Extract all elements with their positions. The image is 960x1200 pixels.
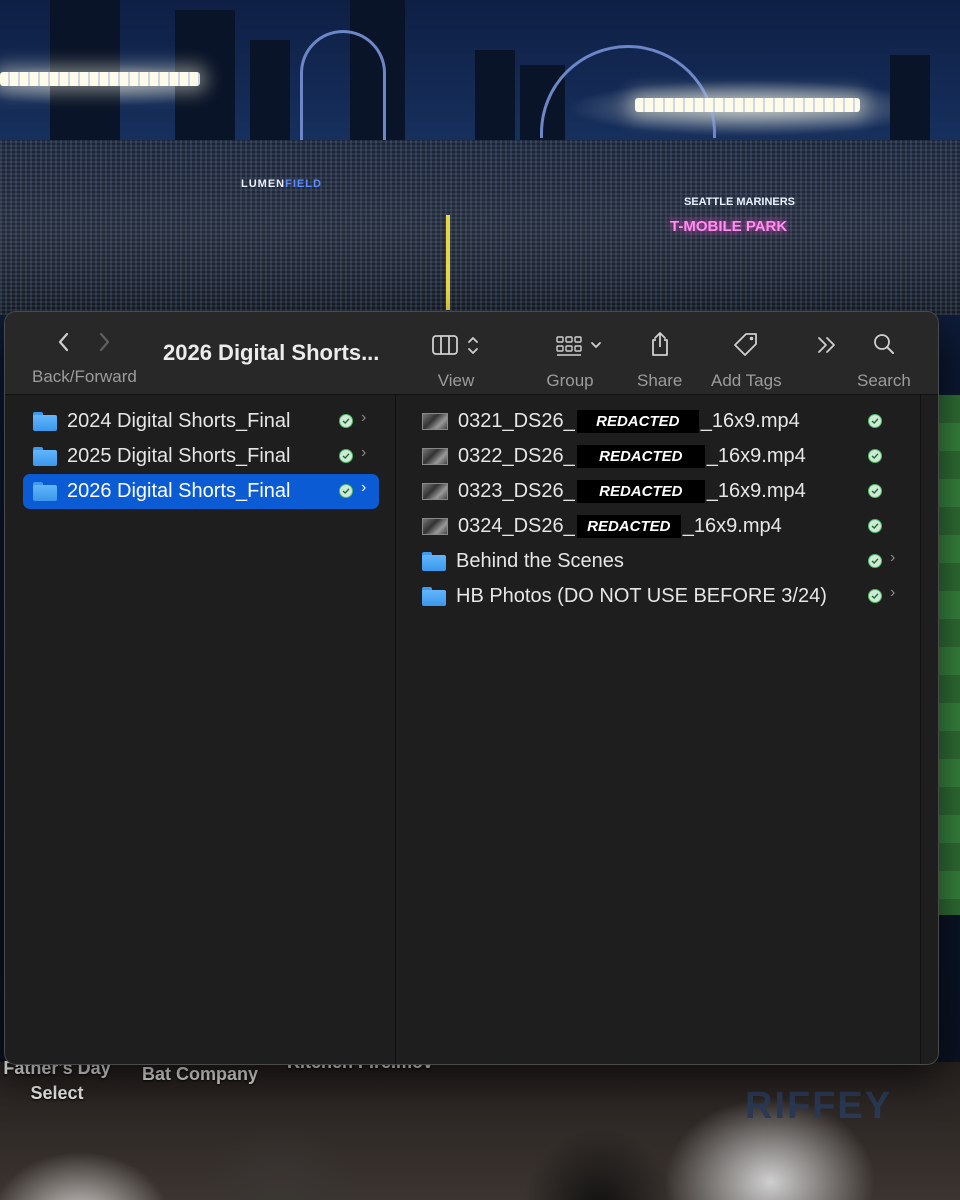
chevron-right-icon: › bbox=[361, 479, 367, 496]
icloud-synced-icon bbox=[339, 414, 353, 428]
folder-name: 2025 Digital Shorts_Final bbox=[67, 445, 291, 467]
chevron-right-icon: › bbox=[361, 409, 367, 426]
icloud-synced-icon bbox=[868, 554, 882, 568]
column-view-icon bbox=[431, 334, 481, 363]
share-button[interactable]: Share bbox=[637, 330, 682, 391]
column-scroll-area[interactable] bbox=[920, 395, 938, 1064]
desktop-item-bat-company[interactable]: Bat Company bbox=[130, 1064, 270, 1085]
folder-row-hb-photos[interactable]: HB Photos (DO NOT USE BEFORE 3/24) bbox=[422, 579, 827, 614]
file-row[interactable]: 0322_DS26_ REDACTED _16x9.mp4 bbox=[422, 439, 806, 474]
video-thumbnail-icon bbox=[422, 518, 448, 535]
icloud-synced-icon bbox=[339, 449, 353, 463]
share-icon bbox=[648, 330, 672, 363]
back-forward-control: Back/Forward bbox=[32, 330, 137, 387]
tag-icon bbox=[732, 332, 760, 363]
folder-name: 2024 Digital Shorts_Final bbox=[67, 410, 291, 432]
file-name-prefix: 0323_DS26_ bbox=[458, 480, 575, 502]
jersey-lettering: RIFFEY bbox=[745, 1085, 893, 1127]
icloud-synced-icon bbox=[868, 519, 882, 533]
file-name-prefix: 0322_DS26_ bbox=[458, 445, 575, 467]
folder-icon bbox=[33, 482, 57, 501]
folder-row-2024[interactable]: 2024 Digital Shorts_Final bbox=[23, 404, 379, 439]
folder-icon bbox=[422, 587, 446, 606]
search-icon bbox=[872, 332, 896, 361]
folder-name: HB Photos (DO NOT USE BEFORE 3/24) bbox=[456, 585, 827, 607]
search-button[interactable]: Search bbox=[857, 332, 911, 391]
folder-row-2026[interactable]: 2026 Digital Shorts_Final bbox=[23, 474, 379, 509]
folder-icon bbox=[422, 552, 446, 571]
file-name-suffix: _16x9.mp4 bbox=[682, 515, 782, 537]
icloud-synced-icon bbox=[868, 484, 882, 498]
toolbar: Back/Forward 2026 Digital Shorts... View bbox=[5, 312, 938, 395]
stadium-lights-left bbox=[0, 72, 200, 86]
finder-window: Back/Forward 2026 Digital Shorts... View bbox=[4, 311, 939, 1065]
folder-name: 2026 Digital Shorts_Final bbox=[67, 480, 291, 502]
file-name-suffix: _16x9.mp4 bbox=[706, 445, 806, 467]
parent-folder-column: 2024 Digital Shorts_Final › 2025 Digital… bbox=[5, 395, 396, 1064]
redaction-bar: REDACTED bbox=[576, 410, 699, 433]
search-label: Search bbox=[857, 371, 911, 390]
mariners-sign: SEATTLE MARINERS bbox=[684, 196, 796, 208]
folder-row-behind-the-scenes[interactable]: Behind the Scenes bbox=[422, 544, 624, 579]
view-button[interactable]: View bbox=[431, 334, 481, 391]
folder-icon bbox=[33, 412, 57, 431]
file-row[interactable]: 0324_DS26_ REDACTED _16x9.mp4 bbox=[422, 509, 782, 544]
icloud-synced-icon bbox=[868, 449, 882, 463]
folder-row-2025[interactable]: 2025 Digital Shorts_Final bbox=[23, 439, 379, 474]
folder-contents-column: 0321_DS26_ REDACTED _16x9.mp4 0322_DS26_… bbox=[396, 395, 920, 1064]
share-label: Share bbox=[637, 371, 683, 390]
foul-pole bbox=[446, 215, 450, 310]
icloud-synced-icon bbox=[339, 484, 353, 498]
file-name-prefix: 0324_DS26_ bbox=[458, 515, 575, 537]
chevron-right-icon: › bbox=[361, 444, 367, 461]
field-grass bbox=[938, 395, 960, 915]
add-tags-label: Add Tags bbox=[711, 371, 782, 390]
double-chevron-right-icon bbox=[815, 334, 839, 361]
video-thumbnail-icon bbox=[422, 448, 448, 465]
chevron-right-icon: › bbox=[890, 584, 896, 601]
group-grid-icon bbox=[554, 334, 606, 363]
crowd bbox=[0, 140, 960, 315]
file-name-suffix: _16x9.mp4 bbox=[700, 410, 800, 432]
back-chevron-icon[interactable] bbox=[56, 331, 72, 358]
video-thumbnail-icon bbox=[422, 483, 448, 500]
icloud-synced-icon bbox=[868, 589, 882, 603]
redaction-bar: REDACTED bbox=[576, 445, 705, 468]
file-name-suffix: _16x9.mp4 bbox=[706, 480, 806, 502]
view-label: View bbox=[437, 371, 475, 390]
chevron-right-icon: › bbox=[890, 549, 896, 566]
lumen-field-sign: LUMENFIELD bbox=[241, 178, 322, 190]
redaction-bar: REDACTED bbox=[576, 480, 705, 503]
back-forward-label: Back/Forward bbox=[32, 367, 137, 386]
group-label: Group bbox=[546, 371, 594, 390]
file-row[interactable]: 0323_DS26_ REDACTED _16x9.mp4 bbox=[422, 474, 806, 509]
window-title: 2026 Digital Shorts... bbox=[163, 340, 380, 365]
video-thumbnail-icon bbox=[422, 413, 448, 430]
stadium-lights-right bbox=[635, 98, 860, 112]
tmobile-park-sign: T-MOBILE PARK bbox=[670, 218, 788, 235]
folder-icon bbox=[33, 447, 57, 466]
file-row[interactable]: 0321_DS26_ REDACTED _16x9.mp4 bbox=[422, 404, 800, 439]
forward-chevron-icon[interactable] bbox=[96, 331, 112, 358]
group-button[interactable]: Group bbox=[546, 334, 606, 391]
redaction-bar: REDACTED bbox=[576, 515, 681, 538]
folder-name: Behind the Scenes bbox=[456, 550, 624, 572]
toolbar-overflow-button[interactable] bbox=[815, 334, 839, 361]
add-tags-button[interactable]: Add Tags bbox=[711, 332, 782, 391]
icloud-synced-icon bbox=[868, 414, 882, 428]
file-name-prefix: 0321_DS26_ bbox=[458, 410, 575, 432]
